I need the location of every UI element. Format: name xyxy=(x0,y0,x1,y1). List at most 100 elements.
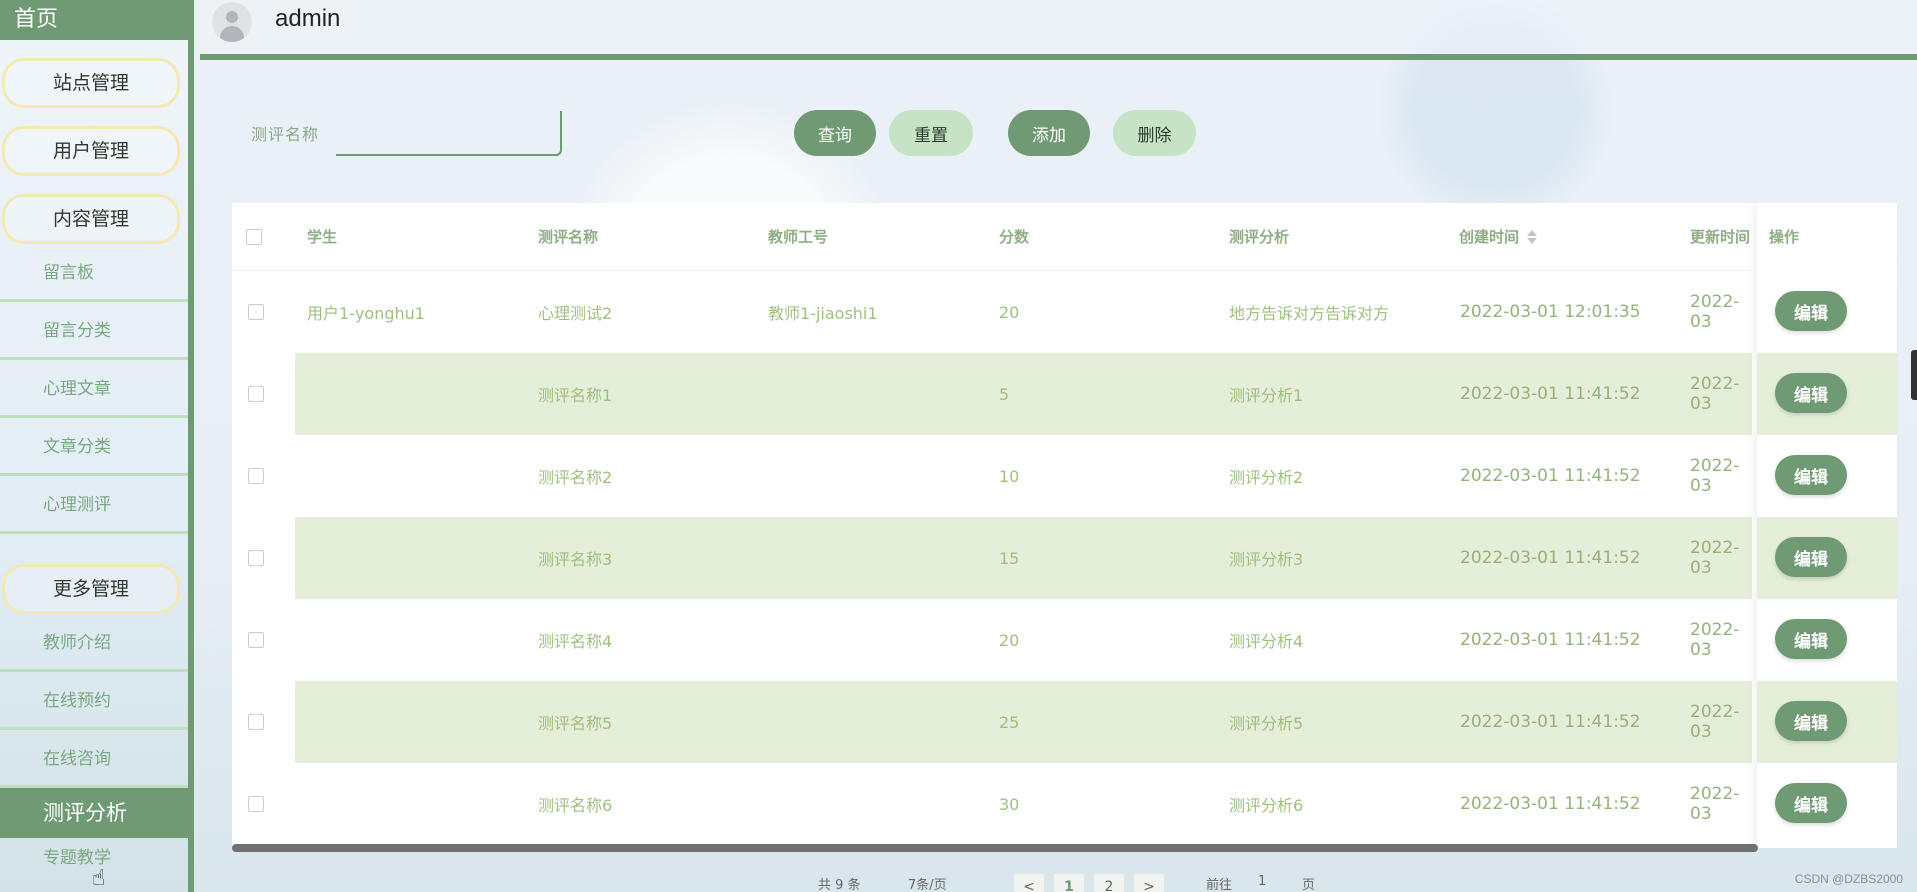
horizontal-scrollbar[interactable] xyxy=(232,844,1758,852)
header-checkbox-cell[interactable] xyxy=(246,203,262,270)
search-label: 测评名称 xyxy=(251,125,320,144)
cell-student: 用户1-yonghu1 xyxy=(307,304,425,323)
col-score: 分数 xyxy=(999,228,1030,246)
table-row: 测评名称3 15 测评分析3 2022-03-01 11:41:52 2022-… xyxy=(232,517,1752,599)
sort-icon[interactable] xyxy=(1527,229,1538,244)
cell-created: 2022-03-01 11:41:52 xyxy=(1460,794,1641,814)
cell-score: 10 xyxy=(999,466,1020,486)
sidebar-item-assessment[interactable]: 心理测评 xyxy=(0,476,188,534)
cell-name: 测评名称4 xyxy=(538,632,613,651)
cell-analysis: 测评分析2 xyxy=(1229,468,1304,487)
table-row: 测评名称2 10 测评分析2 2022-03-01 11:41:52 2022-… xyxy=(232,435,1752,517)
avatar[interactable] xyxy=(212,2,252,42)
cell-score: 30 xyxy=(999,794,1020,814)
cell-updated: 2022-03 xyxy=(1690,292,1740,332)
cell-score: 20 xyxy=(999,302,1020,322)
cell-score: 20 xyxy=(999,630,1020,650)
menu-group-content[interactable]: 内容管理 xyxy=(2,194,180,244)
table-header: 学生 测评名称 教师工号 分数 测评分析 创建时间 更新时间 xyxy=(232,203,1752,271)
pager-page-1[interactable]: 1 xyxy=(1054,874,1084,892)
ops-row: 编辑 xyxy=(1757,763,1897,845)
pager-size[interactable]: 7条/页 xyxy=(908,874,947,892)
ops-row: 编辑 xyxy=(1757,599,1897,681)
watermark: CSDN @DZBS2000 xyxy=(1794,872,1903,886)
pager-goto-input[interactable]: 1 xyxy=(1258,874,1266,889)
col-ops: 操作 xyxy=(1769,228,1800,246)
cell-created: 2022-03-01 11:41:52 xyxy=(1460,712,1641,732)
col-teacher: 教师工号 xyxy=(768,228,829,246)
row-checkbox[interactable] xyxy=(248,304,264,320)
table-row: 测评名称6 30 测评分析6 2022-03-01 11:41:52 2022-… xyxy=(232,763,1752,845)
edit-button[interactable]: 编辑 xyxy=(1775,373,1847,413)
select-all-checkbox[interactable] xyxy=(246,228,262,245)
data-table: 学生 测评名称 教师工号 分数 测评分析 创建时间 更新时间 用户1-yongh… xyxy=(232,203,1897,848)
menu-group-site[interactable]: 站点管理 xyxy=(2,58,180,108)
cell-analysis: 地方告诉对方告诉对方 xyxy=(1229,304,1390,323)
sort-up-icon xyxy=(1527,229,1538,236)
cell-name: 测评名称3 xyxy=(538,550,613,569)
query-button[interactable]: 查询 xyxy=(794,110,876,156)
edit-button[interactable]: 编辑 xyxy=(1775,619,1847,659)
cell-score: 15 xyxy=(999,548,1020,568)
cell-teacher: 教师1-jiaoshi1 xyxy=(768,304,878,323)
sidebar-item-message-board[interactable]: 留言板 xyxy=(0,244,188,302)
table-row: 测评名称4 20 测评分析4 2022-03-01 11:41:52 2022-… xyxy=(232,599,1752,681)
edit-button[interactable]: 编辑 xyxy=(1775,455,1847,495)
cell-created: 2022-03-01 11:41:52 xyxy=(1460,384,1641,404)
row-checkbox[interactable] xyxy=(248,550,264,566)
sidebar-item-consult[interactable]: 在线咨询 xyxy=(0,730,188,788)
search-input[interactable] xyxy=(336,111,562,156)
side-drawer-handle[interactable] xyxy=(1911,350,1917,400)
sidebar-item-message-category[interactable]: 留言分类 xyxy=(0,302,188,360)
sidebar-item-assessment-analysis[interactable]: 测评分析 xyxy=(0,788,188,838)
cell-updated: 2022-03 xyxy=(1690,456,1740,496)
avatar-head xyxy=(226,11,238,23)
row-checkbox[interactable] xyxy=(248,468,264,484)
cell-name: 测评名称5 xyxy=(538,714,613,733)
cell-analysis: 测评分析3 xyxy=(1229,550,1304,569)
topbar: admin xyxy=(200,0,1917,60)
cell-updated: 2022-03 xyxy=(1690,620,1740,660)
menu-group-user[interactable]: 用户管理 xyxy=(2,126,180,176)
edit-button[interactable]: 编辑 xyxy=(1775,291,1847,331)
cell-created: 2022-03-01 11:41:52 xyxy=(1460,630,1641,650)
ops-row: 编辑 xyxy=(1757,353,1897,435)
sidebar-item-booking[interactable]: 在线预约 xyxy=(0,672,188,730)
col-analysis: 测评分析 xyxy=(1229,228,1290,246)
sidebar-item-articles[interactable]: 心理文章 xyxy=(0,360,188,418)
col-created[interactable]: 创建时间 xyxy=(1459,203,1538,270)
delete-button[interactable]: 删除 xyxy=(1113,110,1196,156)
cell-name: 测评名称2 xyxy=(538,468,613,487)
edit-button[interactable]: 编辑 xyxy=(1775,537,1847,577)
cell-analysis: 测评分析5 xyxy=(1229,714,1304,733)
ops-column: 操作 编辑 编辑 编辑 编辑 编辑 编辑 编辑 xyxy=(1757,203,1897,848)
row-checkbox[interactable] xyxy=(248,632,264,648)
col-updated: 更新时间 xyxy=(1690,228,1751,246)
ops-row: 编辑 xyxy=(1757,435,1897,517)
cell-updated: 2022-03 xyxy=(1690,784,1740,824)
sidebar-item-article-category[interactable]: 文章分类 xyxy=(0,418,188,476)
pager-page-2[interactable]: 2 xyxy=(1094,874,1124,892)
reset-button[interactable]: 重置 xyxy=(889,110,973,156)
pager-next[interactable]: > xyxy=(1134,874,1164,892)
edit-button[interactable]: 编辑 xyxy=(1775,783,1847,823)
sidebar-home[interactable]: 首页 xyxy=(0,0,188,40)
sidebar-item-teachers[interactable]: 教师介绍 xyxy=(0,614,188,672)
cell-created: 2022-03-01 11:41:52 xyxy=(1460,548,1641,568)
menu-group-more[interactable]: 更多管理 xyxy=(2,564,180,614)
cell-score: 5 xyxy=(999,384,1010,404)
username: admin xyxy=(275,5,341,32)
row-checkbox[interactable] xyxy=(248,714,264,730)
add-button[interactable]: 添加 xyxy=(1008,110,1090,156)
col-name: 测评名称 xyxy=(538,228,599,246)
cell-analysis: 测评分析1 xyxy=(1229,386,1304,405)
ops-row: 编辑 xyxy=(1757,517,1897,599)
ops-row: 编辑 xyxy=(1757,681,1897,763)
pager-prev[interactable]: < xyxy=(1014,874,1044,892)
table-row: 用户1-yonghu1 心理测试2 教师1-jiaoshi1 20 地方告诉对方… xyxy=(232,271,1752,353)
row-checkbox[interactable] xyxy=(248,386,264,402)
cell-updated: 2022-03 xyxy=(1690,702,1740,742)
edit-button[interactable]: 编辑 xyxy=(1775,701,1847,741)
sidebar: 首页 站点管理 用户管理 内容管理 留言板 留言分类 心理文章 文章分类 心理测… xyxy=(0,0,194,892)
row-checkbox[interactable] xyxy=(248,796,264,812)
